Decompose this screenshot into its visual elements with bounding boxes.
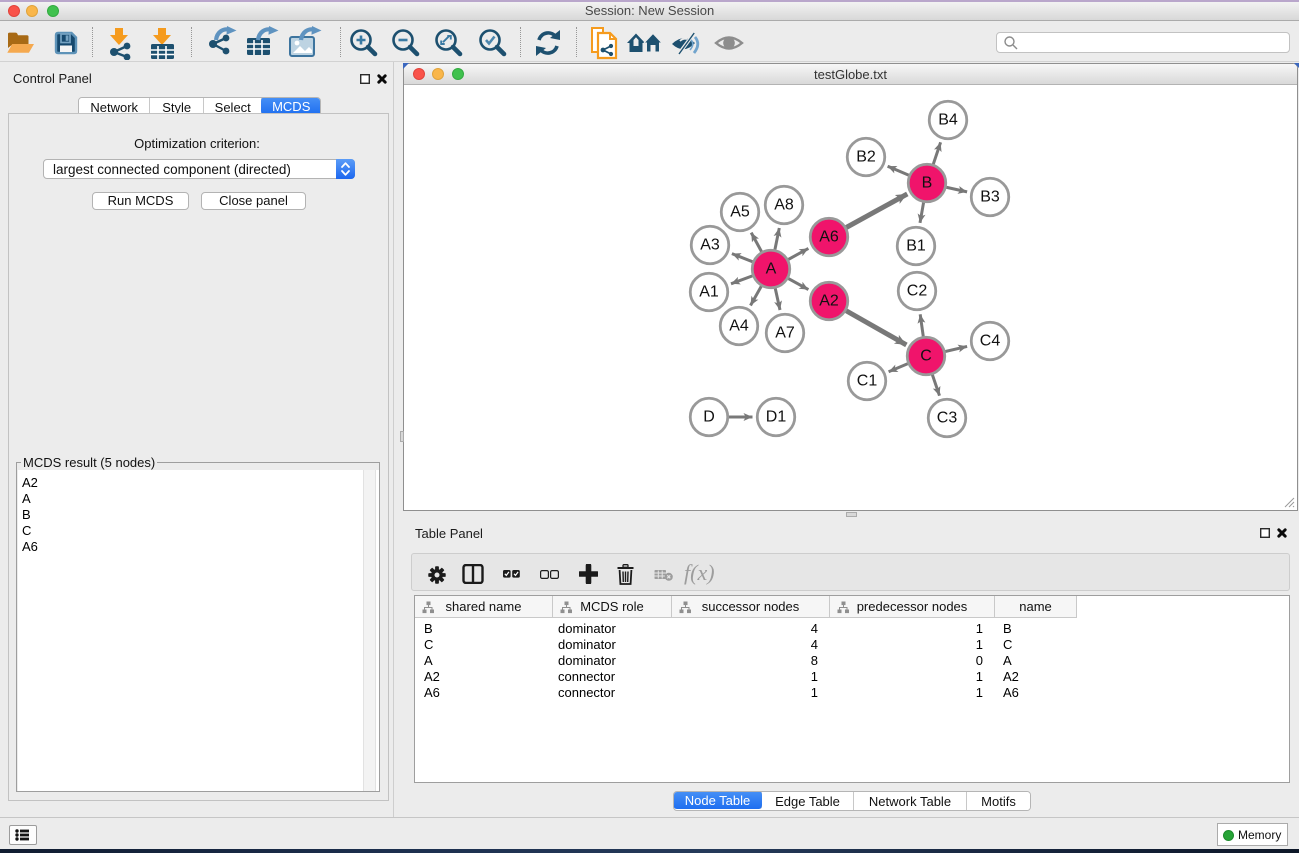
- svg-text:A6: A6: [819, 229, 839, 246]
- svg-text:A4: A4: [729, 318, 749, 335]
- svg-text:C1: C1: [857, 373, 878, 390]
- svg-text:C2: C2: [907, 283, 928, 300]
- svg-text:B: B: [922, 175, 933, 192]
- svg-text:B4: B4: [938, 112, 958, 129]
- svg-text:A7: A7: [775, 325, 795, 342]
- svg-text:C3: C3: [937, 410, 958, 427]
- svg-text:C4: C4: [980, 333, 1001, 350]
- svg-text:B2: B2: [856, 149, 876, 166]
- svg-text:A2: A2: [819, 293, 839, 310]
- svg-text:C: C: [920, 348, 932, 365]
- svg-text:B1: B1: [906, 238, 926, 255]
- svg-text:A: A: [766, 261, 777, 278]
- svg-text:D1: D1: [766, 409, 787, 426]
- svg-text:A3: A3: [700, 237, 720, 254]
- svg-text:D: D: [703, 409, 715, 426]
- svg-text:A5: A5: [730, 204, 750, 221]
- svg-text:A8: A8: [774, 197, 794, 214]
- svg-text:A1: A1: [699, 284, 719, 301]
- svg-text:B3: B3: [980, 189, 1000, 206]
